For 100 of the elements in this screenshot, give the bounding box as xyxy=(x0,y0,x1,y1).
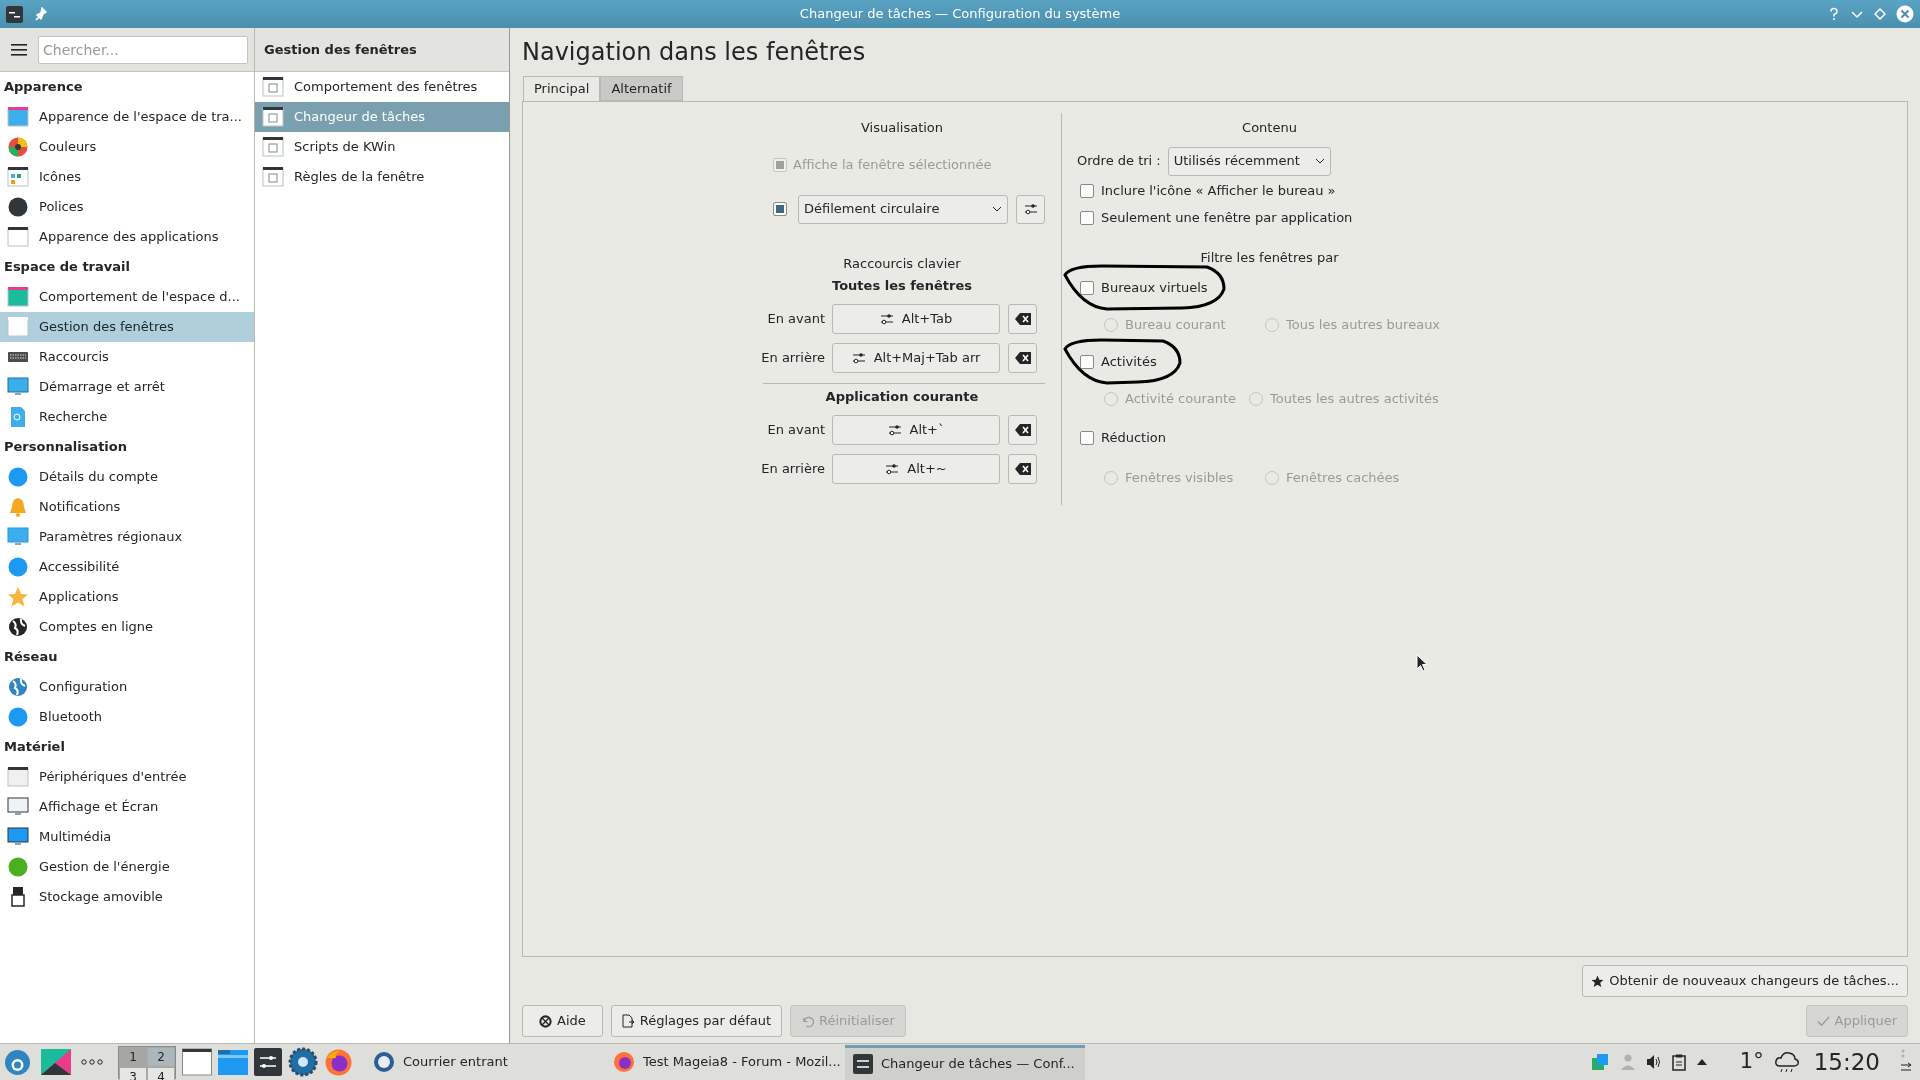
panel-item[interactable]: Comportement des fenêtres xyxy=(255,72,509,102)
task-button[interactable]: Courrier entrant xyxy=(365,1044,605,1080)
sidebar-item[interactable]: Stockage amovible xyxy=(0,882,254,912)
sidebar-item[interactable]: Notifications xyxy=(0,492,254,522)
sidebar-item[interactable]: Configuration xyxy=(0,672,254,702)
panel-item[interactable]: Règles de la fenêtre xyxy=(255,162,509,192)
network-icon[interactable] xyxy=(1589,1052,1610,1072)
checkbox[interactable] xyxy=(1080,430,1094,445)
sidebar-item[interactable]: Comptes en ligne xyxy=(0,612,254,642)
sidebar-item[interactable]: Icônes xyxy=(0,162,254,192)
shortcut-button[interactable]: Alt+Maj+Tab arr xyxy=(832,342,1000,373)
gear-icon[interactable] xyxy=(288,1047,318,1077)
settings-icon xyxy=(879,312,894,325)
sidebar-item[interactable]: Comportement de l'espace d... xyxy=(0,282,254,312)
get-new-switchers-button[interactable]: Obtenir de nouveaux changeurs de tâches... xyxy=(1582,965,1908,997)
desktop-pager-cell[interactable]: 1 xyxy=(119,1046,147,1067)
desktop-icon[interactable] xyxy=(41,1049,71,1075)
monitor-icon xyxy=(7,526,29,548)
checkbox-label: Activités xyxy=(1101,352,1157,371)
volume-icon[interactable] xyxy=(1645,1054,1662,1070)
temperature: 1° xyxy=(1739,1048,1764,1076)
sidebar-item[interactable]: Bluetooth xyxy=(0,702,254,732)
more-icon[interactable] xyxy=(81,1059,103,1065)
panel-title: Gestion des fenêtres xyxy=(264,40,417,59)
grid-icon xyxy=(7,166,29,188)
task-button[interactable]: Test Mageia8 - Forum - Mozil... xyxy=(605,1044,845,1080)
checkbox[interactable] xyxy=(1080,183,1094,198)
sidebar-item[interactable]: Périphériques d'entrée xyxy=(0,762,254,792)
window-icon xyxy=(7,286,29,308)
monitor-icon xyxy=(7,826,29,848)
shortcut-label: En avant xyxy=(767,310,825,326)
sort-dropdown[interactable]: Utilisés récemment xyxy=(1167,146,1331,176)
section-heading: Contenu xyxy=(1242,119,1297,138)
sidebar-item[interactable]: Recherche xyxy=(0,402,254,432)
expand-tray-icon[interactable] xyxy=(1695,1058,1708,1066)
window-icon xyxy=(7,316,29,338)
clipboard-icon[interactable] xyxy=(1671,1053,1686,1071)
cloud-icon[interactable] xyxy=(1773,1050,1800,1074)
sidebar-item[interactable]: Détails du compte xyxy=(0,462,254,492)
shortcut-button[interactable]: Alt+~ xyxy=(832,453,1000,484)
clear-shortcut-button[interactable] xyxy=(1008,342,1037,373)
sidebar-item[interactable]: Multimédia xyxy=(0,822,254,852)
window-icon xyxy=(7,766,29,788)
checkbox[interactable] xyxy=(1080,354,1094,369)
section-heading: Personnalisation xyxy=(4,438,127,457)
document-icon xyxy=(621,1014,635,1028)
help-icon[interactable] xyxy=(1827,7,1841,21)
clear-shortcut-button[interactable] xyxy=(1008,303,1037,334)
window-icon xyxy=(262,166,284,188)
shortcut-label: En arrière xyxy=(761,460,825,476)
help-button[interactable]: Aide xyxy=(522,1005,603,1037)
checkbox[interactable] xyxy=(1080,210,1094,225)
panel-item[interactable]: Scripts de KWin xyxy=(255,132,509,162)
sidebar-item[interactable]: Gestion de l'énergie xyxy=(0,852,254,882)
sidebar-item[interactable]: Démarrage et arrêt xyxy=(0,372,254,402)
maximize-icon[interactable] xyxy=(1873,7,1887,21)
checkmark-icon xyxy=(1816,1014,1830,1028)
configure-button[interactable] xyxy=(1016,194,1045,224)
sidebar-item[interactable]: Apparence de l'espace de tra... xyxy=(0,102,254,132)
folder-icon[interactable] xyxy=(218,1048,248,1076)
desktop-pager-cell[interactable]: 2 xyxy=(147,1046,175,1067)
sidebar-item[interactable]: Polices xyxy=(0,192,254,222)
section-heading: Visualisation xyxy=(860,119,944,138)
clear-shortcut-button[interactable] xyxy=(1008,453,1037,484)
sidebar-item[interactable]: Couleurs xyxy=(0,132,254,162)
checkbox[interactable] xyxy=(1080,280,1094,295)
sidebar-item[interactable]: Raccourcis xyxy=(0,342,254,372)
group-heading: Application courante xyxy=(825,388,979,407)
tab[interactable]: Principal xyxy=(523,76,601,101)
sidebar-item[interactable]: Paramètres régionaux xyxy=(0,522,254,552)
browser-icon[interactable] xyxy=(324,1047,353,1077)
section-heading: Réseau xyxy=(4,648,58,667)
shortcut-button[interactable]: Alt+Tab xyxy=(832,303,1000,334)
shortcut-button[interactable]: Alt+` xyxy=(832,414,1000,445)
effect-dropdown[interactable]: Défilement circulaire xyxy=(798,194,1008,224)
sidebar-item[interactable]: Applications xyxy=(0,582,254,612)
checkbox-label: Réduction xyxy=(1101,428,1166,447)
sidebar-item[interactable]: Gestion des fenêtres xyxy=(0,312,254,342)
clear-shortcut-button[interactable] xyxy=(1008,414,1037,445)
mouse-cursor-icon xyxy=(1416,654,1428,673)
checkbox[interactable] xyxy=(773,202,787,216)
sidebar-item[interactable]: Affichage et Écran xyxy=(0,792,254,822)
close-icon[interactable] xyxy=(1896,5,1914,23)
sidebar-item[interactable]: Apparence des applications xyxy=(0,222,254,252)
settings-app-icon[interactable] xyxy=(254,1048,282,1076)
defaults-button[interactable]: Réglages par défaut xyxy=(610,1005,783,1037)
checkbox-label: Bureaux virtuels xyxy=(1101,278,1208,297)
radio-label: Toutes les autres activités xyxy=(1270,389,1439,408)
lifebuoy-icon xyxy=(539,1014,552,1028)
launcher-icon[interactable] xyxy=(4,1048,31,1076)
pin-icon[interactable] xyxy=(35,7,47,21)
clock[interactable]: 15:20 xyxy=(1813,1044,1880,1080)
browser-icon xyxy=(613,1051,635,1073)
menu-icon[interactable] xyxy=(11,42,27,57)
app-menu-icon[interactable] xyxy=(6,5,23,23)
tab[interactable]: Alternatif xyxy=(600,76,683,101)
window-icon[interactable] xyxy=(182,1048,212,1076)
sidebar-item[interactable]: Accessibilité xyxy=(0,552,254,582)
search-field[interactable]: Chercher... xyxy=(38,35,248,64)
task-button[interactable]: Changeur de tâches — Conf... xyxy=(845,1044,1085,1080)
